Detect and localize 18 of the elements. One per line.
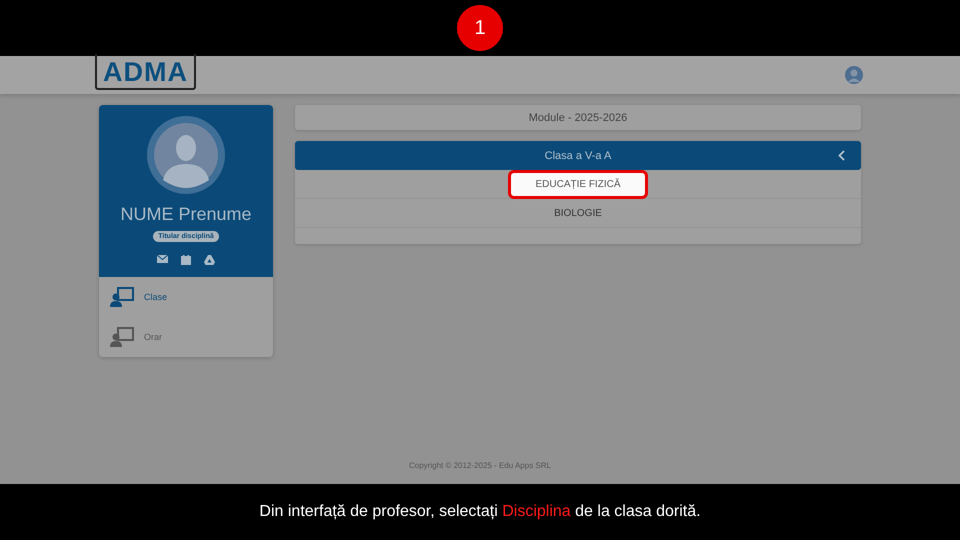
chevron-icon[interactable] bbox=[838, 150, 845, 161]
mail-icon[interactable] bbox=[157, 255, 168, 263]
modules-title: Module - 2025-2026 bbox=[295, 105, 861, 130]
sidebar-item[interactable]: Orar bbox=[99, 317, 273, 357]
profile-name: NUME Prenume bbox=[120, 204, 252, 225]
drive-icon[interactable] bbox=[204, 255, 215, 265]
step-number: 1 bbox=[457, 5, 503, 51]
logo[interactable]: ADMA bbox=[95, 54, 196, 90]
teacher-icon bbox=[110, 327, 134, 347]
teacher-icon bbox=[110, 287, 134, 307]
calendar-icon[interactable] bbox=[181, 255, 191, 265]
sidebar-item[interactable]: Clase bbox=[99, 277, 273, 317]
class-header[interactable]: Clasa a V-a A bbox=[295, 141, 861, 170]
subject-item[interactable]: EDUCAȚIE FIZICĂ bbox=[508, 170, 648, 198]
subject-item[interactable]: BIOLOGIE bbox=[554, 208, 602, 218]
avatar-icon bbox=[147, 116, 225, 194]
copyright-text: Copyright © 2012-2025 - Edu Apps SRL bbox=[409, 461, 551, 470]
caption-text: Din interfață de profesor, selectați Disciplina de la clasa dorită. bbox=[259, 503, 701, 521]
